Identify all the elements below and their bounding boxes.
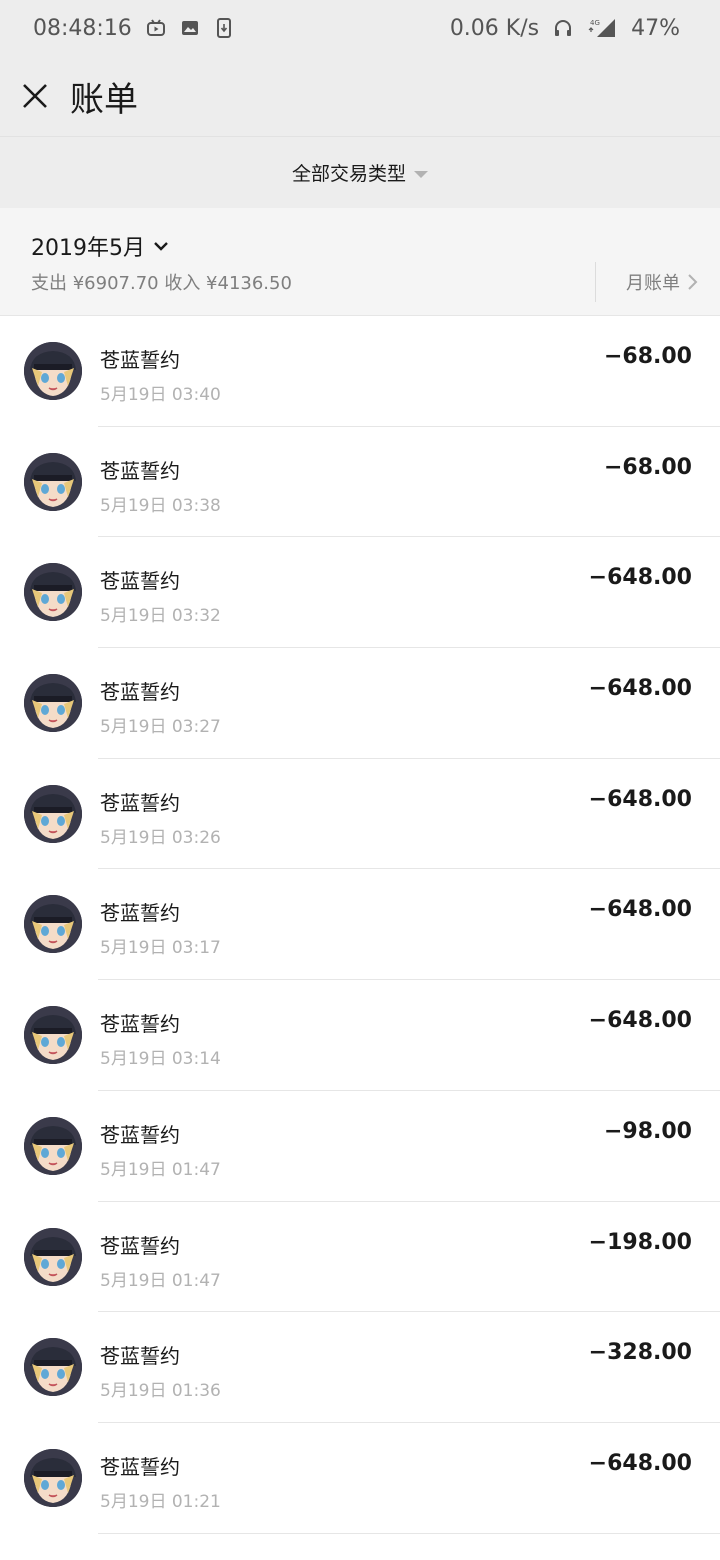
transaction-name: 苍蓝誓约 (100, 1122, 180, 1147)
row-divider (98, 1532, 720, 1534)
transaction-time: 5月19日 01:47 (100, 1270, 221, 1291)
status-left: 08:48:16 (33, 16, 234, 41)
transaction-time: 5月19日 03:14 (100, 1049, 221, 1070)
transaction-type-filter[interactable]: 全部交易类型 (0, 136, 720, 208)
monthly-bill-label: 月账单 (626, 273, 680, 294)
transaction-time: 5月19日 03:27 (100, 717, 221, 738)
transaction-name: 苍蓝誓约 (100, 790, 180, 815)
transaction-time: 5月19日 03:17 (100, 938, 221, 959)
transaction-amount: −198.00 (588, 1229, 692, 1255)
transaction-name: 苍蓝誓约 (100, 1344, 180, 1369)
transaction-row[interactable]: 苍蓝誓约 5月19日 01:36 −328.00 (0, 1312, 720, 1423)
bilibili-notification-icon (146, 18, 166, 38)
transaction-name: 苍蓝誓约 (100, 1454, 180, 1479)
status-bar: 08:48:16 0.06 K/s 4G 47% (0, 0, 720, 56)
headphones-icon (553, 18, 573, 38)
signal-4g-icon: 4G (587, 18, 617, 38)
transaction-time: 5月19日 03:26 (100, 827, 221, 848)
close-icon (23, 84, 47, 108)
transaction-row[interactable]: 苍蓝誓约 5月19日 03:32 −648.00 (0, 537, 720, 649)
transaction-name: 苍蓝誓约 (100, 458, 180, 483)
avatar (24, 895, 82, 954)
transaction-name: 苍蓝誓约 (100, 1012, 180, 1037)
transaction-row[interactable]: 苍蓝誓约 5月19日 03:26 −648.00 (0, 758, 720, 870)
month-summary: 支出 ¥6907.70 收入 ¥4136.50 (31, 273, 292, 294)
transaction-amount: −648.00 (588, 897, 692, 923)
avatar (24, 784, 82, 843)
transaction-name: 苍蓝誓约 (100, 680, 180, 705)
transaction-row[interactable]: 苍蓝誓约 5月19日 03:17 −648.00 (0, 869, 720, 981)
transaction-time: 5月19日 01:21 (100, 1491, 221, 1512)
transaction-time: 5月19日 01:47 (100, 1159, 221, 1180)
battery-level: 47% (631, 15, 680, 41)
month-picker[interactable]: 2019年5月 (31, 230, 169, 262)
transaction-name: 苍蓝誓约 (100, 1233, 180, 1258)
close-button[interactable] (0, 56, 70, 136)
transaction-row[interactable]: 苍蓝誓约 5月19日 01:47 −198.00 (0, 1201, 720, 1313)
network-speed: 0.06 K/s (449, 15, 540, 41)
transaction-time: 5月19日 03:40 (100, 385, 221, 405)
transaction-amount: −648.00 (588, 676, 692, 702)
transaction-name: 苍蓝誓约 (100, 569, 180, 594)
transaction-time: 5月19日 01:36 (100, 1381, 221, 1402)
transaction-amount: −328.00 (588, 1340, 692, 1366)
transaction-amount: −68.00 (603, 454, 692, 480)
avatar (24, 1448, 82, 1507)
transaction-name: 苍蓝誓约 (100, 901, 180, 926)
chevron-down-icon (154, 242, 168, 251)
avatar (24, 1006, 82, 1065)
caret-down-icon (414, 170, 428, 178)
transaction-time: 5月19日 03:32 (100, 606, 221, 627)
avatar (24, 674, 82, 733)
month-section: 2019年5月 支出 ¥6907.70 收入 ¥4136.50 月账单 (0, 208, 720, 316)
monthly-bill-link[interactable]: 月账单 (595, 262, 698, 302)
transaction-time: 5月19日 03:38 (100, 495, 221, 516)
image-notification-icon (180, 18, 200, 38)
transaction-row[interactable]: 苍蓝誓约 5月19日 03:14 −648.00 (0, 980, 720, 1091)
avatar (24, 1338, 82, 1397)
signal-label: 4G (590, 19, 600, 27)
header: 账单 (0, 56, 720, 136)
transaction-list: 苍蓝誓约 5月19日 03:40 −68.00 苍蓝誓约 5月19日 03:38… (0, 316, 720, 1534)
month-label: 2019年5月 (31, 236, 145, 261)
transaction-amount: −648.00 (588, 1008, 692, 1034)
transaction-amount: −98.00 (603, 1118, 692, 1144)
filter-label: 全部交易类型 (291, 163, 406, 185)
transaction-row[interactable]: 苍蓝誓约 5月19日 01:47 −98.00 (0, 1090, 720, 1202)
transaction-row[interactable]: 苍蓝誓约 5月19日 03:38 −68.00 (0, 426, 720, 538)
avatar (24, 1227, 82, 1286)
avatar (24, 1116, 82, 1175)
transaction-name: 苍蓝誓约 (100, 348, 180, 372)
status-right: 0.06 K/s 4G 47% (450, 16, 680, 41)
transaction-row[interactable]: 苍蓝誓约 5月19日 03:27 −648.00 (0, 648, 720, 759)
transaction-row[interactable]: 苍蓝誓约 5月19日 01:21 −648.00 (0, 1422, 720, 1534)
download-notification-icon (214, 18, 234, 38)
avatar (24, 452, 82, 511)
status-time: 08:48:16 (33, 15, 132, 41)
transaction-amount: −648.00 (588, 565, 692, 591)
page-title: 账单 (70, 79, 138, 120)
transaction-amount: −648.00 (588, 1450, 692, 1476)
transaction-amount: −68.00 (603, 344, 692, 369)
avatar (24, 563, 82, 622)
avatar (24, 342, 82, 400)
transaction-amount: −648.00 (588, 786, 692, 812)
chevron-right-icon (688, 274, 698, 290)
transaction-row[interactable]: 苍蓝誓约 5月19日 03:40 −68.00 (0, 316, 720, 427)
